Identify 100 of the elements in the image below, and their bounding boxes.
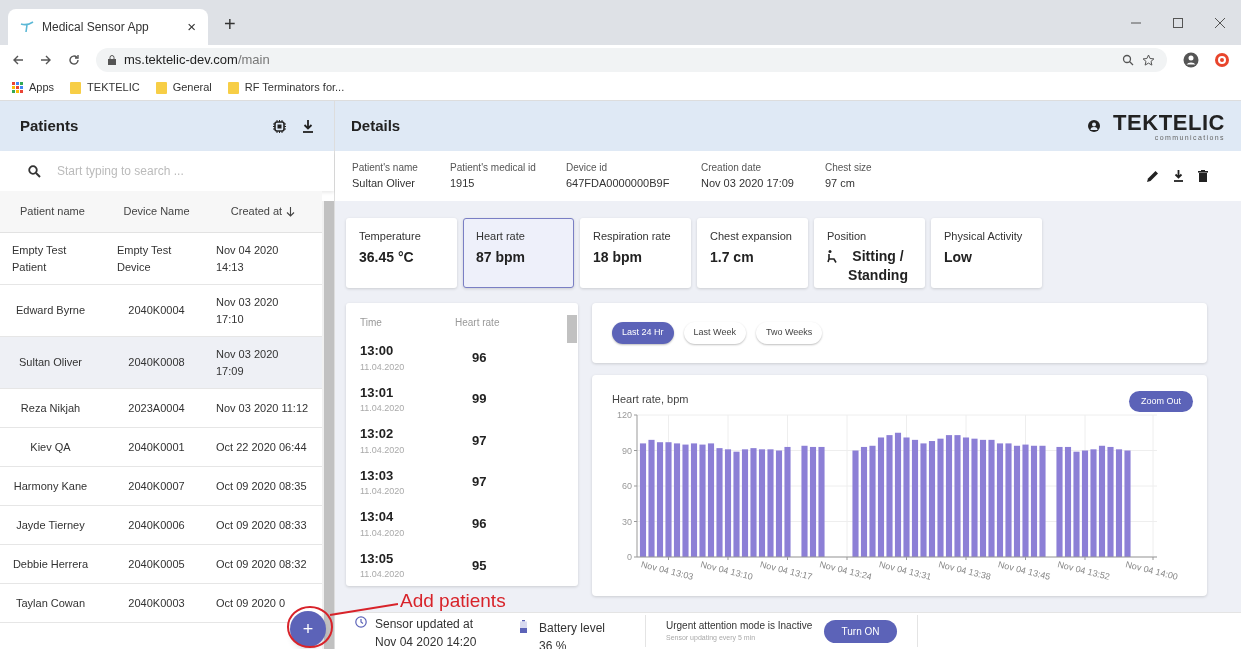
- table-row[interactable]: Sultan Oliver 2040K0008 Nov 03 2020 17:09: [0, 337, 322, 389]
- zoom-icon[interactable]: [1122, 54, 1134, 66]
- axis-tick-label: Nov 04 13:38: [937, 559, 992, 582]
- table-cell: 2040K0006: [128, 518, 185, 531]
- reading-date: 11.04.2020: [360, 443, 406, 457]
- reading-time: 13:01: [360, 383, 395, 402]
- scrollbar[interactable]: [322, 201, 334, 649]
- reading-value: 97: [472, 431, 487, 450]
- table-cell: 2040K0005: [128, 557, 185, 570]
- reading-time: 13:04: [360, 508, 395, 527]
- table-cell: Oct 09 2020 08:33: [216, 518, 307, 531]
- reload-icon[interactable]: [68, 54, 80, 66]
- edit-icon[interactable]: [1147, 170, 1159, 182]
- reading-time: 13:03: [360, 466, 395, 485]
- axis-tick-label: Nov 04 13:24: [818, 559, 873, 582]
- table-cell: Oct 09 2020 0: [216, 596, 286, 609]
- table-cell: Debbie Herrera: [12, 557, 89, 570]
- reading-time: 13:00: [360, 342, 395, 361]
- panel-title: Details: [351, 115, 402, 136]
- range-button[interactable]: Two Weeks: [755, 322, 823, 344]
- maximize-icon[interactable]: [1173, 17, 1183, 28]
- range-button[interactable]: Last 24 Hr: [612, 322, 674, 344]
- metric-card[interactable]: Heart rate 87 bpm: [463, 218, 574, 288]
- zoom-out-button[interactable]: Zoom Out: [1129, 391, 1193, 412]
- field-label: Patient's name: [352, 161, 419, 176]
- metric-label: Respiration rate: [593, 229, 671, 244]
- range-button[interactable]: Last Week: [683, 322, 746, 344]
- battery-icon: [520, 620, 527, 633]
- reading-time: 13:05: [360, 549, 395, 568]
- table-cell: Kiev QA: [30, 440, 71, 453]
- panel-title: Patients: [20, 115, 80, 136]
- reading-date: 11.04.2020: [360, 526, 406, 540]
- browser-tab[interactable]: Medical Sensor App ×: [8, 9, 208, 45]
- account-icon[interactable]: [1087, 119, 1102, 133]
- axis-tick-label: Nov 04 13:10: [699, 559, 754, 582]
- bookmark-link[interactable]: Apps: [12, 79, 55, 96]
- field-value: 97 cm: [825, 176, 856, 192]
- column-header: Time: [360, 316, 383, 330]
- bookmark-link[interactable]: RF Terminators for...: [227, 79, 345, 96]
- table-cell: Nov 03 2020 17:09: [216, 348, 279, 377]
- back-icon[interactable]: [12, 54, 24, 66]
- search-field[interactable]: Start typing to search ...: [57, 162, 306, 180]
- metric-label: Temperature: [359, 229, 421, 244]
- reading-value: 95: [472, 556, 487, 575]
- star-icon[interactable]: [1142, 53, 1155, 67]
- table-cell: Oct 22 2020 06:44: [216, 440, 307, 453]
- bookmark-link[interactable]: TEKTELIC: [70, 79, 140, 96]
- chip-icon[interactable]: [273, 119, 286, 133]
- metric-card[interactable]: Position Sitting / Standing: [814, 218, 925, 288]
- reading-date: 11.04.2020: [360, 360, 406, 374]
- field-label: Device id: [566, 161, 609, 176]
- table-cell: Sultan Oliver: [19, 356, 82, 369]
- turn-on-button[interactable]: Turn ON: [824, 619, 897, 643]
- metric-card[interactable]: Temperature 36.45 °C: [346, 218, 457, 288]
- metric-label: Heart rate: [476, 229, 525, 244]
- axis-tick-label: Nov 04 13:03: [640, 559, 695, 582]
- axis-tick-label: 90: [622, 445, 632, 456]
- field-value: Nov 03 2020 17:09: [701, 176, 795, 192]
- bookmark-link[interactable]: General: [155, 79, 212, 96]
- status-value: Nov 04 2020 14:20: [375, 634, 477, 649]
- axis-tick-label: 120: [616, 410, 632, 420]
- download-icon[interactable]: [302, 119, 314, 133]
- sort-arrow-icon[interactable]: [286, 206, 296, 217]
- clock-icon: [355, 616, 367, 628]
- reading-value: 96: [472, 348, 487, 367]
- table-cell: 2040K0003: [128, 596, 185, 609]
- field-label: Chest size: [825, 161, 873, 176]
- axis-tick-label: 0: [627, 552, 632, 562]
- reading-value: 97: [472, 473, 487, 492]
- table-cell: 2040K0004: [128, 304, 185, 317]
- delete-icon[interactable]: [1198, 170, 1208, 182]
- seated-person-icon: [827, 249, 839, 263]
- status-label: Sensor updated at: [375, 616, 475, 633]
- metric-value: 36.45 °C: [359, 247, 415, 267]
- address-bar[interactable]: ms.tektelic-dev.com/main: [96, 48, 1167, 72]
- new-tab-button[interactable]: +: [224, 9, 236, 39]
- axis-tick-label: 30: [622, 516, 632, 527]
- folder-icon: [155, 81, 167, 94]
- metric-label: Position: [827, 229, 867, 244]
- metric-label: Chest expansion: [710, 229, 792, 244]
- metric-card[interactable]: Respiration rate 18 bpm: [580, 218, 691, 288]
- metric-card[interactable]: Chest expansion 1.7 cm: [697, 218, 808, 288]
- table-cell: Harmony Kane: [13, 479, 88, 492]
- field-value: 1915: [450, 176, 476, 192]
- reading-date: 11.04.2020: [360, 568, 406, 582]
- metric-card[interactable]: Physical Activity Low: [931, 218, 1042, 288]
- download-icon[interactable]: [1173, 170, 1184, 182]
- profile-icon[interactable]: [1183, 52, 1199, 68]
- close-tab-button[interactable]: ×: [187, 15, 196, 39]
- column-header[interactable]: Created at: [230, 203, 283, 220]
- reading-date: 11.04.2020: [360, 485, 406, 499]
- forward-icon[interactable]: [40, 54, 52, 66]
- extension-icon[interactable]: [1215, 53, 1229, 67]
- chart-title: Heart rate, bpm: [612, 392, 689, 407]
- column-header: Patient name: [20, 204, 85, 220]
- search-icon: [28, 164, 41, 178]
- table-cell: Oct 09 2020 08:35: [216, 479, 307, 492]
- close-icon[interactable]: [1215, 17, 1225, 28]
- field-value: Sultan Oliver: [352, 176, 416, 192]
- status-label: Battery level: [539, 620, 606, 637]
